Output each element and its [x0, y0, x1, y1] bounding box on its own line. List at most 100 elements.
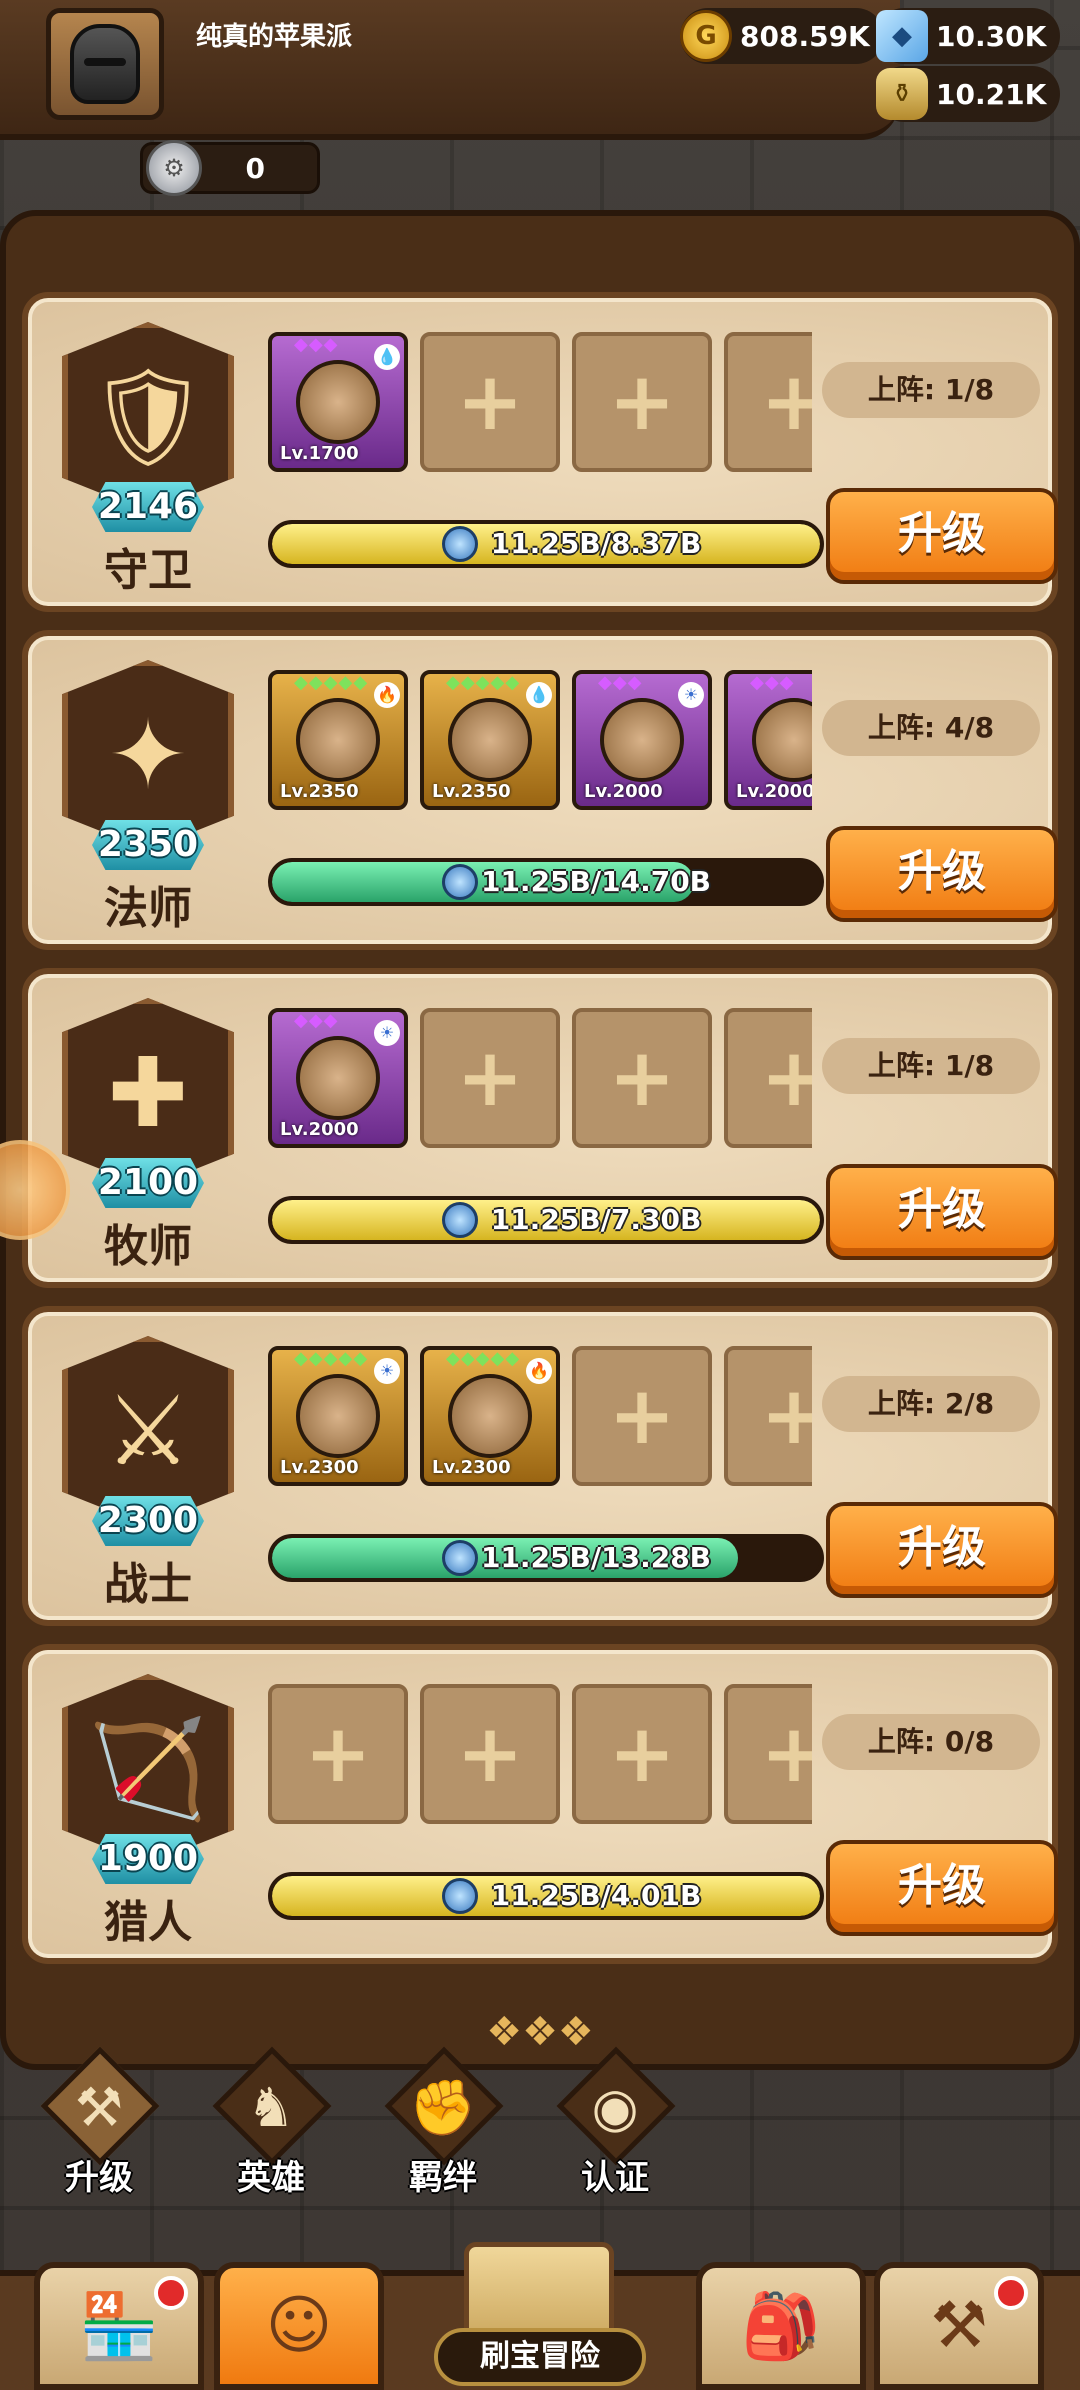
empty-hero-slot[interactable]: + — [572, 332, 712, 472]
plus-icon: + — [456, 1707, 524, 1800]
gem-counter[interactable]: ◆ 10.30K — [876, 8, 1061, 64]
upgrade-progress-bar: 11.25B/7.30B — [268, 1196, 824, 1244]
treasure-adventure-button[interactable]: 刷宝冒险 — [394, 2242, 686, 2390]
upgrade-progress-bar: 11.25B/14.70B — [268, 858, 824, 906]
tab-3[interactable]: ◉ 认证 — [540, 2046, 690, 2210]
shop-button[interactable]: 🏪 — [34, 2262, 204, 2390]
hero-portrait — [296, 1036, 380, 1120]
hero-card[interactable]: ◆◆◆ ☀ Lv.2000 — [572, 670, 712, 810]
progress-text: 11.25B/8.37B — [490, 527, 702, 560]
plus-icon: + — [608, 1369, 676, 1462]
silver-value: 0 — [245, 151, 265, 185]
empty-hero-slot[interactable]: + — [572, 1346, 712, 1486]
potion-value: 10.21K — [936, 77, 1047, 111]
forge-button[interactable]: ⚒ — [874, 2262, 1044, 2390]
element-icon: 💧 — [526, 682, 552, 708]
hero-portrait — [296, 1374, 380, 1458]
notification-dot — [154, 2276, 188, 2310]
gem-value: 10.30K — [936, 19, 1047, 53]
tab-1[interactable]: ♞ 英雄 — [196, 2046, 346, 2210]
staff-icon: ✦ — [107, 699, 189, 811]
backpack-icon: 🎒 — [741, 2289, 821, 2364]
star-rating: ◆◆◆◆◆ — [294, 672, 369, 693]
gem-icon: ◆ — [876, 10, 928, 62]
empty-hero-slot[interactable]: + — [420, 1684, 560, 1824]
tab-2[interactable]: ✊ 羁绊 — [368, 2046, 518, 2210]
upgrade-button[interactable]: 升级 — [826, 1164, 1058, 1260]
class-level-badge: 2146 — [92, 482, 204, 532]
cross-icon: ✚ — [107, 1037, 189, 1149]
hero-card[interactable]: ◆◆◆◆◆ 🔥 Lv.2350 — [268, 670, 408, 810]
class-name: 守卫 — [104, 545, 192, 596]
hero-slot-row: ◆◆◆ 💧 Lv.1700 + + + — [268, 332, 812, 478]
empty-hero-slot[interactable]: + — [420, 1008, 560, 1148]
empty-hero-slot[interactable]: + — [572, 1684, 712, 1824]
plus-icon: + — [760, 1707, 812, 1800]
progress-text: 11.25B/14.70B — [480, 865, 712, 898]
class-card: ✦ 2350 法师 ◆◆◆◆◆ 🔥 Lv.2350 ◆◆◆◆◆ 💧 Lv.2350 ◆◆◆ ☀ Lv.… — [22, 630, 1058, 950]
class-card: 🏹 1900 猎人 + + + +11.25B/4.01B 上阵: 0/8 升级 — [22, 1644, 1058, 1964]
player-name: 纯真的苹果派 — [196, 22, 353, 52]
class-name: 法师 — [104, 883, 192, 934]
plus-icon: + — [456, 1031, 524, 1124]
plus-icon: + — [456, 355, 524, 448]
element-icon: ☀ — [678, 682, 704, 708]
hero-card[interactable]: ◆◆◆ ☀ Lv.2000 — [268, 1008, 408, 1148]
empty-hero-slot[interactable]: + — [724, 1684, 812, 1824]
star-rating: ◆◆◆ — [294, 1010, 339, 1031]
upgrade-button[interactable]: 升级 — [826, 1840, 1058, 1936]
progress-text: 11.25B/13.28B — [480, 1541, 712, 1574]
upgrade-tab-row: ⚒ 升级 ♞ 英雄 ✊ 羁绊 ◉ 认证 — [0, 2046, 1080, 2210]
hero-slot-row: ◆◆◆◆◆ 🔥 Lv.2350 ◆◆◆◆◆ 💧 Lv.2350 ◆◆◆ ☀ Lv.2000 ◆◆◆… — [268, 670, 812, 816]
star-rating: ◆◆◆ — [750, 672, 795, 693]
deploy-count: 上阵: 1/8 — [822, 362, 1040, 418]
hero-portrait — [600, 698, 684, 782]
hero-slot-row: ◆◆◆◆◆ ☀ Lv.2300 ◆◆◆◆◆ 🔥 Lv.2300 + + — [268, 1346, 812, 1492]
silver-coin-icon: ⚙ — [146, 140, 202, 196]
hero-level: Lv.2350 — [280, 781, 359, 802]
empty-hero-slot[interactable]: + — [268, 1684, 408, 1824]
upgrade-button[interactable]: 升级 — [826, 826, 1058, 922]
class-name: 猎人 — [104, 1897, 192, 1948]
class-level-badge: 2300 — [92, 1496, 204, 1546]
hero-card[interactable]: ◆◆◆◆◆ ☀ Lv.2300 — [268, 1346, 408, 1486]
class-card: ✚ 2100 牧师 ◆◆◆ ☀ Lv.2000 + + +11.25B/7.30B 上阵: 1/8… — [22, 968, 1058, 1288]
hero-level: Lv.2350 — [432, 781, 511, 802]
fist-icon: ✊ — [409, 2076, 477, 2139]
hero-level: Lv.2000 — [584, 781, 663, 802]
hero-slot-row: + + + + — [268, 1684, 812, 1830]
empty-hero-slot[interactable]: + — [572, 1008, 712, 1148]
element-icon: ☀ — [374, 1020, 400, 1046]
top-bar: 纯真的苹果派 G 808.59K ◆ 10.30K ⚱ 10.21K — [0, 0, 1080, 150]
knight-helmet-icon — [70, 24, 140, 104]
element-icon: 💧 — [374, 344, 400, 370]
backpack-button[interactable]: 🎒 — [696, 2262, 866, 2390]
gold-value: 808.59K — [740, 19, 870, 53]
potion-jar-icon: ⚱ — [876, 68, 928, 120]
hero-card[interactable]: ◆◆◆◆◆ 🔥 Lv.2300 — [420, 1346, 560, 1486]
hero-card[interactable]: ◆◆◆◆◆ 💧 Lv.2350 — [420, 670, 560, 810]
star-rating: ◆◆◆◆◆ — [446, 1348, 521, 1369]
empty-hero-slot[interactable]: + — [724, 1346, 812, 1486]
gold-counter[interactable]: G 808.59K — [680, 8, 884, 64]
hero-portrait-icon: ☺ — [265, 2289, 333, 2363]
potion-counter[interactable]: ⚱ 10.21K — [876, 66, 1061, 122]
hero-portrait — [752, 698, 812, 782]
heroes-nav-button[interactable]: ☺ — [214, 2262, 384, 2390]
hero-card[interactable]: ◆◆◆☀Lv.2000 — [724, 670, 812, 810]
tab-0[interactable]: ⚒ 升级 — [24, 2046, 174, 2210]
star-rating: ◆◆◆◆◆ — [294, 1348, 369, 1369]
class-card: ⚔ 2300 战士 ◆◆◆◆◆ ☀ Lv.2300 ◆◆◆◆◆ 🔥 Lv.2300 + +11.25… — [22, 1306, 1058, 1626]
star-rating: ◆◆◆ — [598, 672, 643, 693]
empty-hero-slot[interactable]: + — [724, 332, 812, 472]
tab-label: 英雄 — [237, 2158, 305, 2198]
plus-icon: + — [760, 1369, 812, 1462]
element-icon: ☀ — [374, 1358, 400, 1384]
player-avatar[interactable] — [46, 8, 164, 120]
hero-level: Lv.2000 — [280, 1119, 359, 1140]
upgrade-button[interactable]: 升级 — [826, 488, 1058, 584]
empty-hero-slot[interactable]: + — [724, 1008, 812, 1148]
hero-card[interactable]: ◆◆◆ 💧 Lv.1700 — [268, 332, 408, 472]
empty-hero-slot[interactable]: + — [420, 332, 560, 472]
upgrade-button[interactable]: 升级 — [826, 1502, 1058, 1598]
